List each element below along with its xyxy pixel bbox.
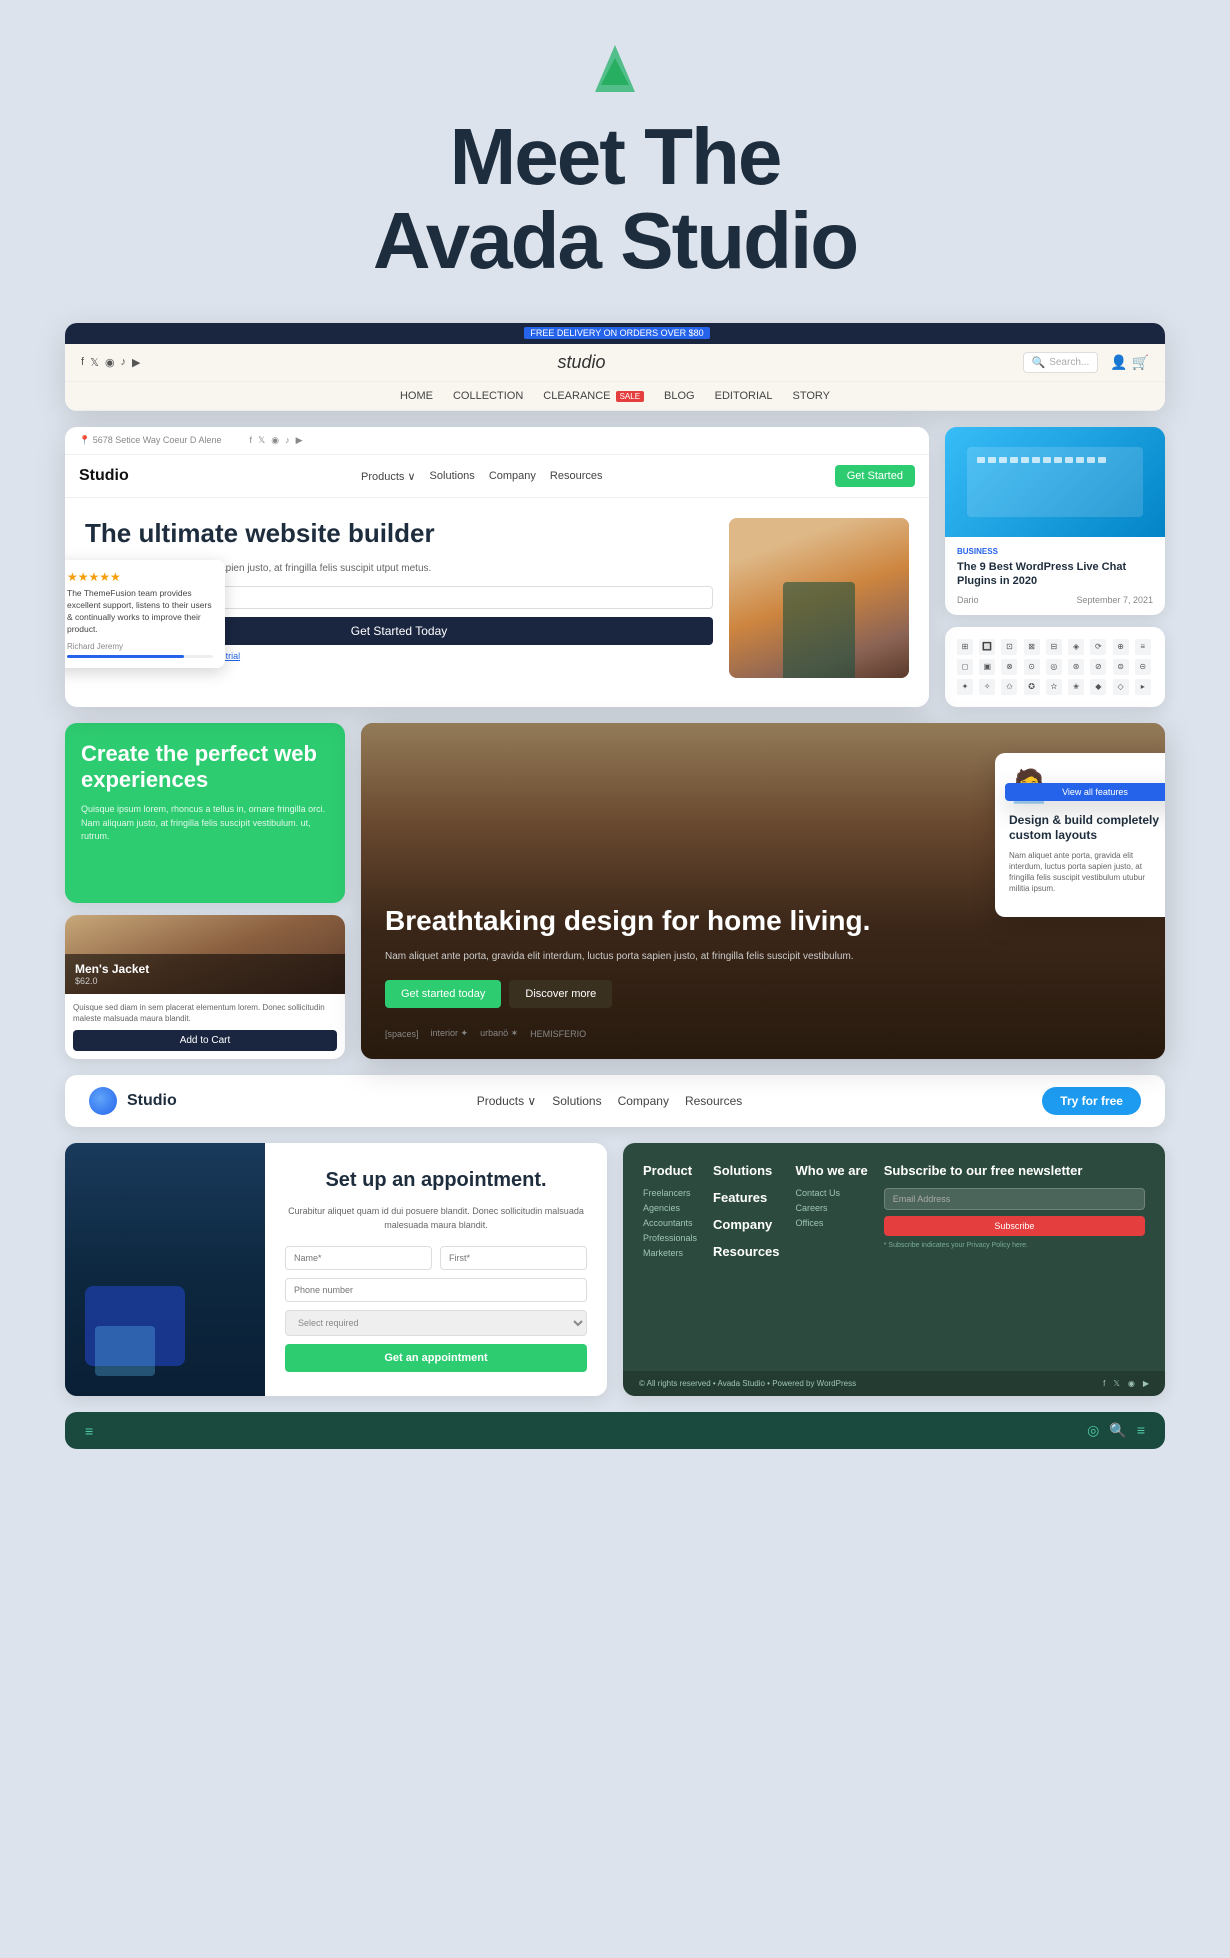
footer-newsletter: Subscribe to our free newsletter Subscri…: [884, 1163, 1145, 1269]
design-build-title: Design & build completely custom layouts: [1009, 813, 1161, 844]
footer-col-solutions: Solutions Features Company Resources: [713, 1163, 779, 1269]
nav-icons: 👤 🛒: [1110, 354, 1149, 371]
name-input[interactable]: [285, 1246, 432, 1270]
row-two: 📍 5678 Setice Way Coeur D Alene f𝕏 ◉♪ ▶ …: [65, 427, 1165, 707]
brand-logos: [spaces] interior ✦ urbanö ✶ HEMISFERIO: [385, 1028, 1141, 1039]
icons-card: ⊞ 🔲 ⊡ ⊠ ⊟ ◈ ⟳ ⊕ ≡ ◻ ▣ ⊗ ⊙ ◎ ⊛ ⊘ ⊜: [945, 627, 1165, 707]
dark-hero-card: 🧑‍💼 Design & build completely custom lay…: [361, 723, 1165, 1060]
delivery-bar: FREE DELIVERY ON ORDERS OVER $80: [65, 323, 1165, 344]
navbar-logo-group: Studio: [89, 1087, 177, 1115]
navbar-links: Products ∨ Solutions Company Resources: [477, 1094, 743, 1108]
demo-header: 📍 5678 Setice Way Coeur D Alene f𝕏 ◉♪ ▶: [65, 427, 929, 455]
teal-bar-inner: ≡ ◎ 🔍 ≡: [65, 1412, 1165, 1449]
blog-card-body: Business The 9 Best WordPress Live Chat …: [945, 537, 1165, 615]
site-name: studio: [557, 352, 605, 373]
menu-icon[interactable]: ≡: [85, 1423, 93, 1439]
review-card: ★★★★★ The ThemeFusion team provides exce…: [65, 560, 225, 668]
footer-social: f 𝕏 ◉ ▶: [1103, 1379, 1149, 1388]
grid-icon[interactable]: ≡: [1137, 1422, 1145, 1439]
add-to-cart-button[interactable]: Add to Cart: [73, 1030, 337, 1051]
row-three: Create the perfect web experiences Quisq…: [65, 723, 1165, 1060]
teal-bar-right-icons: ◎ 🔍 ≡: [1087, 1422, 1145, 1439]
product-card: Men's Jacket $62.0 Quisque sed diam in s…: [65, 915, 345, 1059]
social-icons: f𝕏◉♪▶: [81, 356, 141, 369]
blog-card: Business The 9 Best WordPress Live Chat …: [945, 427, 1165, 615]
navbar-logo-icon: [89, 1087, 117, 1115]
demo-nav-links: Products ∨ Solutions Company Resources: [361, 470, 602, 483]
teal-bar-left-icons: ≡: [85, 1423, 93, 1439]
row-five: Set up an appointment. Curabitur aliquet…: [65, 1143, 1165, 1396]
top-browser-mockup: FREE DELIVERY ON ORDERS OVER $80 f𝕏◉♪▶ s…: [65, 323, 1165, 411]
browser-menu: HOME COLLECTION CLEARANCE SALE BLOG EDIT…: [65, 382, 1165, 411]
footer-col-who: Who we are Contact Us Careers Offices: [796, 1163, 868, 1269]
product-image: Men's Jacket $62.0: [65, 915, 345, 994]
name-row: [285, 1246, 587, 1270]
design-build-body: Nam aliquet ante porta, gravida elit int…: [1009, 850, 1161, 895]
appointment-card: Set up an appointment. Curabitur aliquet…: [65, 1143, 607, 1396]
demo-hero-image: [729, 518, 909, 678]
main-demo-card: 📍 5678 Setice Way Coeur D Alene f𝕏 ◉♪ ▶ …: [65, 427, 929, 707]
view-features-button[interactable]: View all features: [1005, 783, 1165, 801]
appointment-submit-button[interactable]: Get an appointment: [285, 1344, 587, 1372]
navbar-brand: Studio: [127, 1092, 177, 1110]
footer-col-product: Product Freelancers Agencies Accountants…: [643, 1163, 697, 1269]
teal-bottom-bar: ≡ ◎ 🔍 ≡: [65, 1412, 1165, 1449]
product-actions: Quisque sed diam in sem placerat element…: [65, 994, 345, 1059]
footer-bottom: © All rights reserved • Avada Studio • P…: [623, 1371, 1165, 1396]
appointment-image: [65, 1143, 265, 1396]
main-title: Meet The Avada Studio: [373, 115, 857, 283]
blog-meta: Dario September 7, 2021: [957, 595, 1153, 605]
newsletter-email-input[interactable]: [884, 1188, 1145, 1210]
product-overlay: Men's Jacket $62.0: [65, 954, 345, 994]
demo-nav: Studio Products ∨ Solutions Company Reso…: [65, 455, 929, 498]
search-icon[interactable]: 🔍: [1109, 1422, 1126, 1439]
browser-nav: f𝕏◉♪▶ studio 🔍 Search... 👤 🛒: [65, 344, 1165, 382]
navbar-try-free-button[interactable]: Try for free: [1042, 1087, 1141, 1115]
appointment-title: Set up an appointment.: [285, 1167, 587, 1193]
dark-hero-body: Nam aliquet ante porta, gravida elit int…: [385, 949, 1141, 964]
left-small-cards: Create the perfect web experiences Quisq…: [65, 723, 345, 1060]
dark-hero-discover-button[interactable]: Discover more: [509, 980, 612, 1008]
appointment-body: Curabitur aliquet quam id dui posuere bl…: [285, 1205, 587, 1232]
icons-grid: ⊞ 🔲 ⊡ ⊠ ⊟ ◈ ⟳ ⊕ ≡ ◻ ▣ ⊗ ⊙ ◎ ⊛ ⊘ ⊜: [957, 639, 1153, 695]
footer-card: Product Freelancers Agencies Accountants…: [623, 1143, 1165, 1396]
design-build-card: 🧑‍💼 Design & build completely custom lay…: [995, 753, 1165, 917]
blog-card-image: [945, 427, 1165, 537]
dark-hero-buttons: Get started today Discover more: [385, 980, 1141, 1008]
phone-input[interactable]: [285, 1278, 587, 1302]
demo-body: ★★★★★ The ThemeFusion team provides exce…: [65, 498, 929, 698]
dark-hero-cta-button[interactable]: Get started today: [385, 980, 501, 1008]
right-panel: Business The 9 Best WordPress Live Chat …: [945, 427, 1165, 707]
first-name-input[interactable]: [440, 1246, 587, 1270]
footer-card-inner: Product Freelancers Agencies Accountants…: [623, 1143, 1165, 1329]
navbar-row: Studio Products ∨ Solutions Company Reso…: [65, 1075, 1165, 1127]
demo-logo: Studio: [79, 467, 129, 485]
demo-get-started-btn[interactable]: Get Started: [835, 465, 915, 487]
service-select[interactable]: Select required: [285, 1310, 587, 1336]
green-card-title: Create the perfect web experiences: [81, 741, 329, 794]
demo-hero-title: The ultimate website builder: [85, 518, 713, 549]
search-bar[interactable]: 🔍 Search...: [1023, 352, 1099, 373]
logo-icon: [585, 40, 645, 115]
appointment-form: Set up an appointment. Curabitur aliquet…: [265, 1143, 607, 1396]
green-card-body: Quisque ipsum lorem, rhoncus a tellus in…: [81, 803, 329, 844]
subscribe-button[interactable]: Subscribe: [884, 1216, 1145, 1236]
circle-icon[interactable]: ◎: [1087, 1422, 1099, 1439]
green-card: Create the perfect web experiences Quisq…: [65, 723, 345, 903]
